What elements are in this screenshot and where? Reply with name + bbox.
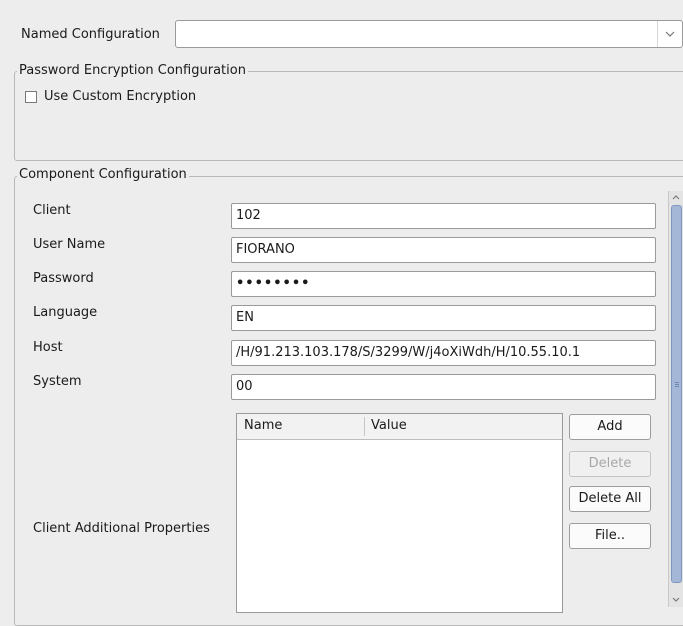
chevron-down-icon bbox=[672, 597, 680, 602]
user-name-label: User Name bbox=[33, 237, 106, 252]
scroll-up-button[interactable] bbox=[670, 191, 682, 203]
password-encryption-group bbox=[14, 71, 683, 161]
properties-table-header: Name Value bbox=[237, 414, 562, 440]
language-label: Language bbox=[33, 305, 98, 320]
column-header-value[interactable]: Value bbox=[371, 418, 407, 433]
client-label: Client bbox=[33, 203, 71, 218]
chevron-up-icon bbox=[672, 195, 680, 200]
named-configuration-combobox[interactable] bbox=[175, 20, 683, 48]
user-name-field[interactable]: FIORANO bbox=[231, 237, 656, 263]
system-label: System bbox=[33, 374, 82, 389]
scrollbar-thumb[interactable] bbox=[671, 205, 682, 583]
column-header-name[interactable]: Name bbox=[244, 418, 282, 433]
password-label: Password bbox=[33, 271, 94, 286]
component-configuration-title: Component Configuration bbox=[17, 167, 189, 182]
system-field[interactable]: 00 bbox=[231, 374, 656, 400]
properties-table[interactable]: Name Value bbox=[236, 413, 563, 613]
client-additional-properties-label: Client Additional Properties bbox=[33, 521, 210, 536]
delete-all-button[interactable]: Delete All bbox=[569, 486, 651, 512]
host-field[interactable]: /H/91.213.103.178/S/3299/W/j4oXiWdh/H/10… bbox=[231, 340, 656, 366]
chevron-down-icon bbox=[665, 31, 675, 37]
use-custom-encryption-checkbox[interactable] bbox=[25, 91, 37, 103]
delete-button[interactable]: Delete bbox=[569, 451, 651, 477]
host-label: Host bbox=[33, 340, 63, 355]
password-field[interactable]: •••••••• bbox=[231, 271, 656, 297]
file-button[interactable]: File.. bbox=[569, 523, 651, 549]
client-field[interactable]: 102 bbox=[231, 203, 656, 229]
vertical-scrollbar[interactable] bbox=[668, 191, 683, 607]
password-encryption-title: Password Encryption Configuration bbox=[17, 63, 248, 78]
add-button[interactable]: Add bbox=[569, 414, 651, 440]
column-divider bbox=[364, 417, 365, 436]
use-custom-encryption-label[interactable]: Use Custom Encryption bbox=[44, 89, 196, 104]
named-configuration-label: Named Configuration bbox=[21, 27, 160, 42]
scroll-down-button[interactable] bbox=[670, 594, 682, 606]
dropdown-button[interactable] bbox=[657, 21, 682, 47]
language-field[interactable]: EN bbox=[231, 305, 656, 331]
